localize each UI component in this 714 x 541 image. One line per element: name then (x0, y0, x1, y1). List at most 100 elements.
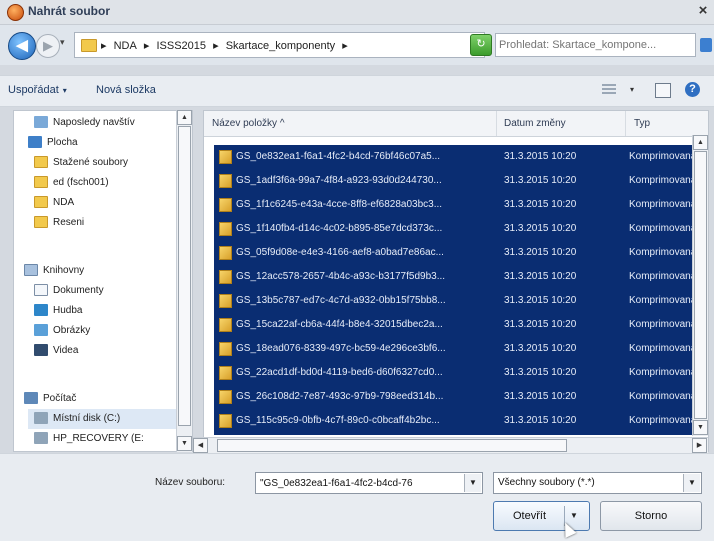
filetype-select[interactable]: Všechny soubory (*.*) ▼ (493, 472, 702, 494)
search-icon[interactable] (700, 38, 712, 52)
file-row[interactable]: GS_05f9d08e-e4e3-4166-aef8-a0bad7e86ac..… (214, 241, 708, 265)
nav-item-music[interactable]: Hudba (34, 301, 82, 321)
column-divider[interactable] (625, 111, 626, 136)
file-name: GS_115c95c9-0bfb-4c7f-89c0-c0bcaff4b2bc.… (236, 415, 440, 426)
nav-item-downloads[interactable]: Stažené soubory (34, 153, 128, 173)
file-row[interactable]: GS_115c95c9-0bfb-4c7f-89c0-c0bcaff4b2bc.… (214, 409, 708, 433)
nav-item-label: Plocha (47, 137, 78, 148)
nav-item-recovery[interactable]: HP_RECOVERY (E: (34, 429, 144, 449)
back-button[interactable]: ◀ (8, 32, 36, 60)
folder-icon (34, 176, 48, 189)
pictures-icon (34, 324, 48, 337)
refresh-button[interactable]: ↻ (470, 34, 492, 56)
scroll-left-button[interactable]: ◀ (193, 438, 208, 453)
scroll-down-button[interactable]: ▼ (693, 420, 708, 435)
filetype-value: Všechny soubory (*.*) (498, 477, 595, 488)
scroll-up-button[interactable]: ▲ (693, 135, 708, 150)
column-date-header[interactable]: Datum změny (504, 118, 566, 129)
chevron-down-icon[interactable]: ▼ (683, 474, 700, 492)
breadcrumb-nda[interactable]: NDA (110, 40, 141, 52)
change-view-icon[interactable] (602, 84, 616, 96)
file-date: 31.3.2015 10:20 (504, 199, 577, 210)
recent-locations-dropdown[interactable]: ▾ (60, 37, 65, 48)
help-icon[interactable]: ? (685, 82, 700, 97)
filename-input[interactable] (260, 476, 458, 490)
scroll-right-button[interactable]: ▶ (692, 438, 707, 453)
organize-button[interactable]: Uspořádat ▾ (8, 84, 67, 96)
search-input[interactable] (499, 36, 679, 54)
breadcrumb-isss2015[interactable]: ISSS2015 (152, 40, 210, 52)
zip-file-icon (219, 414, 232, 428)
nav-item-libraries[interactable]: Knihovny (24, 261, 84, 281)
file-row[interactable]: GS_22acd1df-bd0d-4119-bed6-d60f6327cd0..… (214, 361, 708, 385)
file-name: GS_13b5c787-ed7c-4c7d-a932-0bb15f75bb8..… (236, 295, 446, 306)
scroll-down-button[interactable]: ▼ (177, 436, 192, 451)
file-row[interactable]: GS_13b5c787-ed7c-4c7d-a932-0bb15f75bb8..… (214, 289, 708, 313)
recovery-disk-icon (34, 432, 48, 445)
nav-item-pictures[interactable]: Obrázky (34, 321, 90, 341)
file-row[interactable]: GS_1f1c6245-e43a-4cce-8ff8-ef6828a03bc3.… (214, 193, 708, 217)
folder-icon (34, 196, 48, 209)
file-row[interactable]: GS_1adf3f6a-99a7-4f84-a923-93d0d244730..… (214, 169, 708, 193)
column-divider[interactable] (496, 111, 497, 136)
open-options-dropdown[interactable]: ▼ (570, 511, 578, 520)
preview-pane-icon[interactable] (655, 83, 671, 98)
file-name: GS_26c108d2-7e87-493c-97b9-798eed314b... (236, 391, 444, 402)
column-name-header[interactable]: Název položky ^ (212, 118, 285, 129)
computer-icon (24, 392, 38, 405)
column-header: Název položky ^ Datum změny Typ (204, 111, 708, 137)
close-button[interactable]: × (694, 2, 712, 20)
nav-item-nda[interactable]: NDA (34, 193, 74, 213)
breadcrumb-skartace[interactable]: Skartace_komponenty (222, 40, 339, 52)
filename-combobox[interactable]: ▼ (255, 472, 483, 494)
recent-places-icon (34, 116, 48, 129)
scrollbar-thumb[interactable] (694, 151, 707, 419)
file-row[interactable]: GS_1f140fb4-d14c-4c02-b895-85e7dcd373c..… (214, 217, 708, 241)
nav-item-reseni[interactable]: Reseni (34, 213, 84, 233)
nav-item-documents[interactable]: Dokumenty (34, 281, 104, 301)
nav-item-ed[interactable]: ed (fsch001) (34, 173, 109, 193)
file-name: GS_1f1c6245-e43a-4cce-8ff8-ef6828a03bc3.… (236, 199, 443, 210)
nav-item-videos[interactable]: Videa (34, 341, 78, 361)
zip-file-icon (219, 198, 232, 212)
forward-button[interactable]: ▶ (36, 34, 60, 58)
file-date: 31.3.2015 10:20 (504, 343, 577, 354)
crumb-separator: ▸ (143, 40, 150, 52)
search-box[interactable] (495, 33, 696, 57)
column-type-header[interactable]: Typ (634, 118, 650, 129)
nav-item-label: NDA (53, 197, 75, 208)
nav-item-label: Reseni (53, 217, 85, 228)
file-row[interactable]: GS_15ca22af-cb6a-44f4-b8e4-32015dbec2a..… (214, 313, 708, 337)
view-dropdown-icon[interactable]: ▾ (630, 85, 634, 94)
scrollbar-thumb[interactable] (217, 439, 567, 452)
scroll-up-button[interactable]: ▲ (177, 110, 192, 125)
open-button[interactable]: Otevřít ▼ (493, 501, 590, 531)
nav-item-local-disk[interactable]: Místní disk (C:) (28, 409, 184, 429)
folder-icon (81, 39, 97, 52)
zip-file-icon (219, 222, 232, 236)
nav-item-label: Počítač (43, 393, 77, 404)
address-bar[interactable]: ▸ NDA ▸ ISSS2015 ▸ Skartace_komponenty ▸… (74, 32, 528, 58)
crumb-separator: ▸ (342, 40, 348, 52)
file-date: 31.3.2015 10:20 (504, 223, 577, 234)
file-row[interactable]: GS_12acc578-2657-4b4c-a93c-b3177f5d9b3..… (214, 265, 708, 289)
cancel-button[interactable]: Storno (600, 501, 702, 531)
scrollbar-thumb[interactable] (178, 126, 191, 426)
file-row[interactable]: GS_18ead076-8339-497c-bc59-4e296ce3bf6..… (214, 337, 708, 361)
nav-item-desktop[interactable]: Plocha (28, 133, 78, 153)
new-folder-button[interactable]: Nová složka (96, 84, 156, 96)
zip-file-icon (219, 318, 232, 332)
nav-pane-scrollbar[interactable]: ▲ ▼ (176, 110, 192, 452)
chevron-down-icon[interactable]: ▼ (464, 474, 481, 492)
nav-item-recent[interactable]: Naposledy navštív (34, 113, 135, 133)
nav-item-computer[interactable]: Počítač (24, 389, 76, 409)
title-bar[interactable]: Nahrát soubor × (0, 0, 714, 25)
file-row[interactable]: GS_0e832ea1-f6a1-4fc2-b4cd-76bf46c07a5..… (214, 145, 708, 169)
open-button-label: Otevřít (513, 510, 547, 522)
file-row[interactable]: GS_26c108d2-7e87-493c-97b9-798eed314b...… (214, 385, 708, 409)
nav-item-label: Dokumenty (53, 285, 104, 296)
file-date: 31.3.2015 10:20 (504, 415, 577, 426)
horizontal-scrollbar[interactable]: ◀ ▶ (193, 437, 708, 453)
file-rows: GS_0e832ea1-f6a1-4fc2-b4cd-76bf46c07a5..… (214, 145, 708, 435)
file-list-scrollbar[interactable]: ▲ ▼ (692, 135, 708, 436)
